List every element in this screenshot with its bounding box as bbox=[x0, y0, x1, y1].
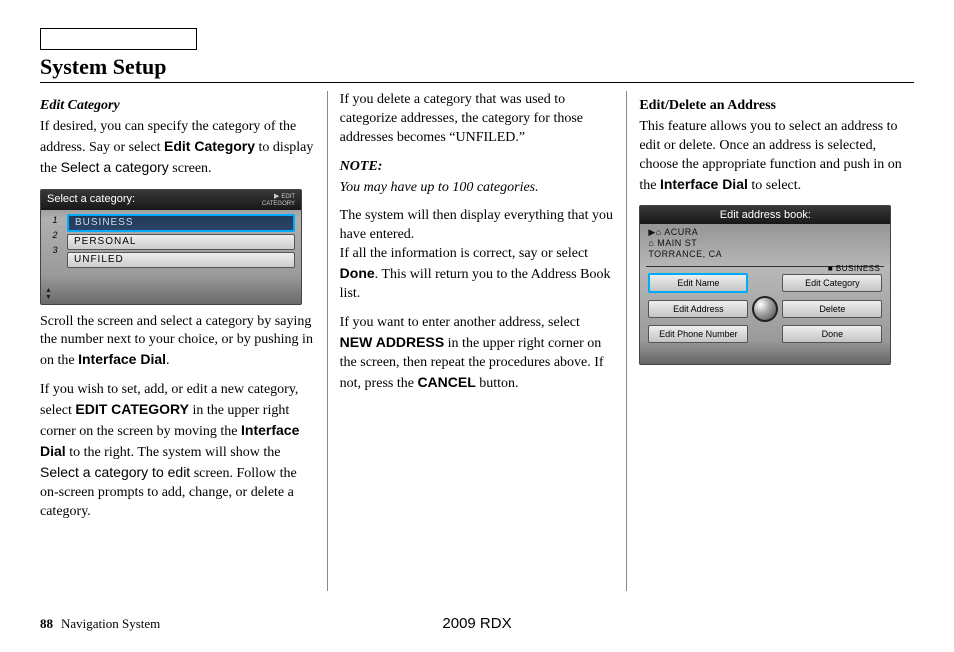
dial-icon bbox=[752, 296, 778, 322]
column-1: Edit Category If desired, you can specif… bbox=[40, 91, 328, 591]
btn-edit-name: Edit Name bbox=[648, 273, 748, 293]
page-number: 88Navigation System bbox=[40, 616, 160, 632]
para-2: Scroll the screen and select a category … bbox=[40, 313, 315, 372]
para-6: If you want to enter another address, se… bbox=[340, 314, 615, 394]
column-3: Edit/Delete an Address This feature allo… bbox=[627, 91, 914, 591]
para-5: The system will then display everything … bbox=[340, 207, 615, 303]
btn-delete: Delete bbox=[782, 300, 882, 318]
screenshot-edit-address-book: Edit address book: ▶⌂ ACURA ⌂ MAIN ST TO… bbox=[639, 205, 891, 365]
note-label: NOTE: bbox=[340, 158, 615, 177]
category-row-3: UNFILED bbox=[67, 252, 295, 268]
model-year: 2009 RDX bbox=[442, 615, 511, 632]
subhead-edit-category: Edit Category bbox=[40, 97, 315, 116]
note-text: You may have up to 100 categories. bbox=[340, 179, 615, 198]
para-3: If you wish to set, add, or edit a new c… bbox=[40, 381, 315, 521]
para-4: If you delete a category that was used t… bbox=[340, 91, 615, 148]
footer: 88Navigation System 2009 RDX bbox=[40, 616, 914, 632]
para-1: If desired, you can specify the category… bbox=[40, 118, 315, 179]
btn-edit-phone: Edit Phone Number bbox=[648, 325, 748, 343]
ss1-title: Select a category: bbox=[47, 192, 135, 207]
screenshot-select-category: Select a category: ▶ EDITCATEGORY 1 2 3 … bbox=[40, 189, 302, 305]
category-badge: ■ BUSINESS bbox=[828, 264, 881, 275]
btn-edit-category: Edit Category bbox=[782, 274, 882, 292]
btn-edit-address: Edit Address bbox=[648, 300, 748, 318]
column-2: If you delete a category that was used t… bbox=[328, 91, 628, 591]
page-title: System Setup bbox=[40, 54, 914, 83]
category-row-2: PERSONAL bbox=[67, 234, 295, 250]
scroll-arrows-icon: ▲▼ bbox=[45, 287, 52, 301]
ss2-title: Edit address book: bbox=[640, 206, 890, 224]
subhead-edit-delete: Edit/Delete an Address bbox=[639, 97, 914, 116]
columns: Edit Category If desired, you can specif… bbox=[40, 91, 914, 591]
category-row-1: BUSINESS bbox=[67, 214, 295, 232]
redacted-box bbox=[40, 28, 197, 50]
para-7: This feature allows you to select an add… bbox=[639, 118, 914, 196]
btn-done: Done bbox=[782, 325, 882, 343]
edit-category-icon: ▶ EDITCATEGORY bbox=[262, 193, 295, 207]
